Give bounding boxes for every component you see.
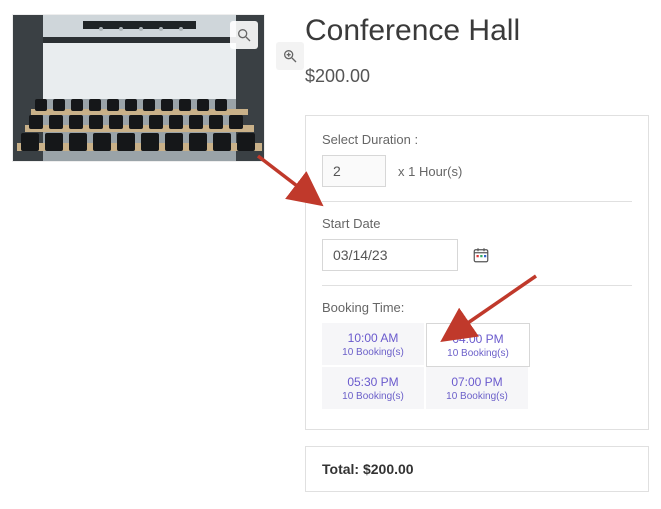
time-slot-count: 10 Booking(s) — [447, 348, 509, 359]
divider — [322, 201, 632, 202]
time-slot[interactable]: 10:00 AM 10 Booking(s) — [322, 323, 426, 367]
time-slot-time: 07:00 PM — [451, 375, 502, 389]
duration-label: Select Duration : — [322, 132, 632, 147]
total-label: Total: — [322, 461, 363, 477]
time-slot-time: 05:30 PM — [347, 375, 398, 389]
product-price: $200.00 — [305, 66, 649, 87]
zoom-icon[interactable] — [276, 42, 304, 70]
time-slot-count: 10 Booking(s) — [342, 347, 404, 358]
product-image[interactable] — [12, 14, 265, 162]
booking-time-label: Booking Time: — [322, 300, 632, 315]
total-amount: $200.00 — [363, 461, 414, 477]
calendar-icon[interactable] — [470, 244, 492, 266]
magnify-image-icon[interactable] — [230, 21, 258, 49]
time-slot-count: 10 Booking(s) — [342, 391, 404, 402]
time-slot-count: 10 Booking(s) — [446, 391, 508, 402]
time-slot-time: 04:00 PM — [452, 332, 503, 346]
duration-input[interactable] — [322, 155, 386, 187]
booking-panel: Select Duration : x 1 Hour(s) Start Date — [305, 115, 649, 430]
start-date-label: Start Date — [322, 216, 632, 231]
divider — [322, 285, 632, 286]
start-date-input[interactable] — [322, 239, 458, 271]
time-slot-list: 10:00 AM 10 Booking(s) 04:00 PM 10 Booking(… — [322, 323, 632, 411]
time-slot[interactable]: 07:00 PM 10 Booking(s) — [426, 367, 530, 411]
time-slot-time: 10:00 AM — [348, 331, 399, 345]
product-title: Conference Hall — [305, 14, 649, 48]
total-box: Total: $200.00 — [305, 446, 649, 492]
duration-suffix: x 1 Hour(s) — [398, 164, 462, 179]
time-slot[interactable]: 05:30 PM 10 Booking(s) — [322, 367, 426, 411]
time-slot[interactable]: 04:00 PM 10 Booking(s) — [426, 323, 530, 367]
